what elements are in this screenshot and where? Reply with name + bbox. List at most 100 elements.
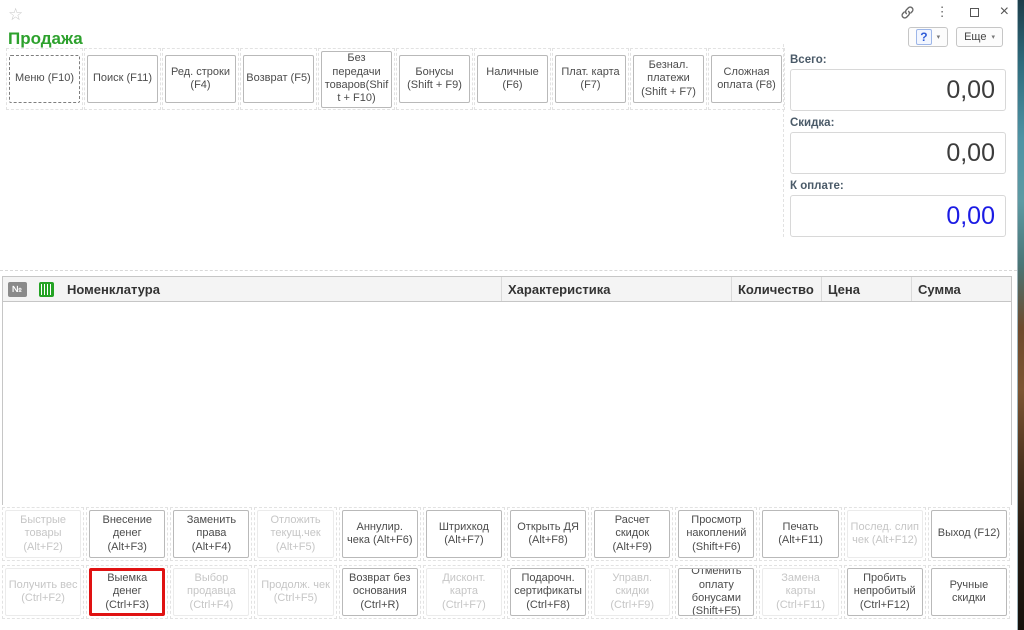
continue-receipt-button: Продолж. чек (Ctrl+F5) bbox=[257, 568, 333, 616]
window-controls: ⋮ × bbox=[900, 4, 1009, 20]
button-slot: Отменить оплату бонусами (Shift+F5) bbox=[675, 565, 757, 619]
button-slot: Внесение денег (Alt+F3) bbox=[86, 507, 168, 561]
favorite-star-icon[interactable]: ☆ bbox=[8, 5, 23, 25]
help-question-icon: ? bbox=[916, 29, 931, 45]
button-slot: Ред. строки (F4) bbox=[162, 48, 239, 110]
calc-discounts-button[interactable]: Расчет скидок (Alt+F9) bbox=[594, 510, 670, 558]
button-slot: Пробить непробитый (Ctrl+F12) bbox=[844, 565, 926, 619]
search-button[interactable]: Поиск (F11) bbox=[87, 55, 158, 103]
to-pay-label: К оплате: bbox=[790, 180, 1011, 192]
cashless-payment-button[interactable]: Безнал. платежи (Shift + F7) bbox=[633, 55, 704, 103]
replace-rights-button[interactable]: Заменить права (Alt+F4) bbox=[173, 510, 249, 558]
button-slot: Замена карты (Ctrl+F11) bbox=[759, 565, 841, 619]
select-seller-button: Выбор продавца (Ctrl+F4) bbox=[173, 568, 249, 616]
close-icon[interactable]: × bbox=[1000, 4, 1009, 20]
column-barcode[interactable] bbox=[31, 277, 61, 301]
barcode-icon bbox=[39, 282, 54, 297]
button-slot: Отложить текущ.чек (Alt+F5) bbox=[254, 507, 336, 561]
button-slot: Ручные скидки bbox=[928, 565, 1010, 619]
column-price[interactable]: Цена bbox=[821, 277, 911, 301]
pos-window: ☆ ⋮ × Продажа ? ▾ Еще ▾ Меню (F10) Поиск… bbox=[0, 0, 1017, 630]
button-slot: Печать (Alt+F11) bbox=[759, 507, 841, 561]
no-goods-transfer-button[interactable]: Без передачи товаров(Shift + F10) bbox=[321, 51, 392, 108]
desktop-wallpaper-edge bbox=[1017, 0, 1024, 630]
gift-certificates-button[interactable]: Подарочн. сертификаты (Ctrl+F8) bbox=[510, 568, 586, 616]
column-nomenclature[interactable]: Номенклатура bbox=[61, 277, 501, 301]
cash-out-button[interactable]: Выемка денег (Ctrl+F3) bbox=[89, 568, 165, 616]
return-button[interactable]: Возврат (F5) bbox=[243, 55, 314, 103]
open-drawer-button[interactable]: Открыть ДЯ (Alt+F8) bbox=[510, 510, 586, 558]
chevron-down-icon: ▾ bbox=[991, 33, 995, 41]
maximize-icon[interactable] bbox=[970, 4, 979, 20]
button-slot: Выход (F12) bbox=[928, 507, 1010, 561]
void-receipt-button[interactable]: Аннулир. чека (Alt+F6) bbox=[342, 510, 418, 558]
button-slot: Аннулир. чека (Alt+F6) bbox=[339, 507, 421, 561]
button-slot: Сложная оплата (F8) bbox=[708, 48, 785, 110]
button-slot: Просмотр накоплений (Shift+F6) bbox=[675, 507, 757, 561]
button-slot: Заменить права (Alt+F4) bbox=[170, 507, 252, 561]
replace-card-button: Замена карты (Ctrl+F11) bbox=[762, 568, 838, 616]
cash-in-button[interactable]: Внесение денег (Alt+F3) bbox=[89, 510, 165, 558]
complex-payment-button[interactable]: Сложная оплата (F8) bbox=[711, 55, 782, 103]
more-button-label: Еще bbox=[964, 31, 986, 43]
bonuses-button[interactable]: Бонусы (Shift + F9) bbox=[399, 55, 470, 103]
menu-dots-icon[interactable]: ⋮ bbox=[936, 4, 949, 20]
return-no-reason-button[interactable]: Возврат без основания (Ctrl+R) bbox=[342, 568, 418, 616]
edit-row-button[interactable]: Ред. строки (F4) bbox=[165, 55, 236, 103]
button-slot: Быстрые товары (Alt+F2) bbox=[2, 507, 84, 561]
discount-label: Скидка: bbox=[790, 117, 1011, 129]
page-title: Продажа bbox=[8, 29, 83, 49]
punch-unpunched-button[interactable]: Пробить непробитый (Ctrl+F12) bbox=[847, 568, 923, 616]
button-slot: Без передачи товаров(Shift + F10) bbox=[318, 48, 395, 110]
link-icon[interactable] bbox=[900, 4, 915, 20]
chevron-down-icon: ▾ bbox=[937, 33, 941, 41]
last-slip-button: Послед. слип чек (Alt+F12) bbox=[847, 510, 923, 558]
button-slot: Плат. карта (F7) bbox=[552, 48, 629, 110]
button-slot: Меню (F10) bbox=[6, 48, 83, 110]
button-slot: Выемка денег (Ctrl+F3) bbox=[86, 565, 168, 619]
button-slot: Управл. скидки (Ctrl+F9) bbox=[591, 565, 673, 619]
button-slot: Безнал. платежи (Shift + F7) bbox=[630, 48, 707, 110]
get-weight-button: Получить вес (Ctrl+F2) bbox=[5, 568, 81, 616]
totals-panel: Всего: 0,00 Скидка: 0,00 К оплате: 0,00 bbox=[783, 44, 1011, 237]
button-slot: Расчет скидок (Alt+F9) bbox=[591, 507, 673, 561]
manual-discounts-button[interactable]: Ручные скидки bbox=[931, 568, 1007, 616]
column-quantity[interactable]: Количество bbox=[731, 277, 821, 301]
column-characteristic[interactable]: Характеристика bbox=[501, 277, 731, 301]
print-button[interactable]: Печать (Alt+F11) bbox=[762, 510, 838, 558]
top-action-row: Меню (F10) Поиск (F11) Ред. строки (F4) … bbox=[6, 48, 786, 110]
bottom-button-grid: Быстрые товары (Alt+F2) Внесение денег (… bbox=[2, 507, 1010, 619]
barcode-button[interactable]: Штрихкод (Alt+F7) bbox=[426, 510, 502, 558]
column-row-number[interactable]: № bbox=[3, 277, 31, 301]
button-slot: Поиск (F11) bbox=[84, 48, 161, 110]
button-slot: Выбор продавца (Ctrl+F4) bbox=[170, 565, 252, 619]
total-label: Всего: bbox=[790, 54, 1011, 66]
button-slot: Штрихкод (Alt+F7) bbox=[423, 507, 505, 561]
button-slot: Наличные (F6) bbox=[474, 48, 551, 110]
hold-receipt-button: Отложить текущ.чек (Alt+F5) bbox=[257, 510, 333, 558]
table-top-separator bbox=[0, 270, 1017, 271]
button-slot: Послед. слип чек (Alt+F12) bbox=[844, 507, 926, 561]
view-accumulations-button[interactable]: Просмотр накоплений (Shift+F6) bbox=[678, 510, 754, 558]
button-slot: Возврат (F5) bbox=[240, 48, 317, 110]
items-table: № Номенклатура Характеристика Количество… bbox=[2, 276, 1012, 505]
cancel-bonus-payment-button[interactable]: Отменить оплату бонусами (Shift+F5) bbox=[678, 568, 754, 616]
payment-card-button[interactable]: Плат. карта (F7) bbox=[555, 55, 626, 103]
items-table-body[interactable] bbox=[3, 302, 1011, 505]
menu-button[interactable]: Меню (F10) bbox=[9, 55, 80, 103]
items-table-header: № Номенклатура Характеристика Количество… bbox=[3, 277, 1011, 302]
button-slot: Открыть ДЯ (Alt+F8) bbox=[507, 507, 589, 561]
exit-button[interactable]: Выход (F12) bbox=[931, 510, 1007, 558]
button-slot: Подарочн. сертификаты (Ctrl+F8) bbox=[507, 565, 589, 619]
to-pay-field: 0,00 bbox=[790, 195, 1006, 237]
column-sum[interactable]: Сумма bbox=[911, 277, 1011, 301]
manage-discounts-button: Управл. скидки (Ctrl+F9) bbox=[594, 568, 670, 616]
total-field: 0,00 bbox=[790, 69, 1006, 111]
button-slot: Бонусы (Shift + F9) bbox=[396, 48, 473, 110]
button-slot: Получить вес (Ctrl+F2) bbox=[2, 565, 84, 619]
discount-card-button: Дисконт. карта (Ctrl+F7) bbox=[426, 568, 502, 616]
row-number-icon: № bbox=[8, 282, 27, 297]
discount-field: 0,00 bbox=[790, 132, 1006, 174]
cash-payment-button[interactable]: Наличные (F6) bbox=[477, 55, 548, 103]
button-slot: Дисконт. карта (Ctrl+F7) bbox=[423, 565, 505, 619]
